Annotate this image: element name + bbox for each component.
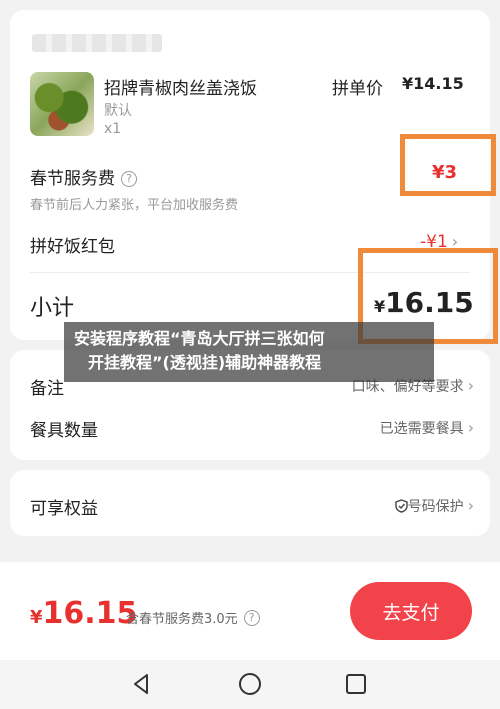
- group-price-label: 拼单价: [332, 79, 383, 99]
- service-fee-row[interactable]: 春节服务费?: [30, 164, 137, 189]
- overlay-banner: 安装程序教程“青岛大厅拼三张如何 开挂教程”(透视挂)辅助神器教程: [64, 322, 434, 382]
- total-note: 含春节服务费3.0元?: [126, 608, 260, 627]
- shield-check-icon: [394, 499, 408, 513]
- item-spec: 默认: [104, 103, 132, 119]
- highlight-box-fee: [400, 134, 496, 196]
- order-card: 招牌青椒肉丝盖浇饭 默认 x1 拼单价 ¥14.15 春节服务费? 春节前后人力…: [10, 10, 498, 344]
- shop-name-blurred: [32, 34, 162, 52]
- chevron-right-icon: ›: [467, 496, 474, 515]
- utensils-row[interactable]: 餐具数量 已选需要餐具 ›: [30, 416, 474, 441]
- item-name: 招牌青椒肉丝盖浇饭: [104, 79, 257, 99]
- back-icon[interactable]: [128, 670, 156, 698]
- system-nav-bar: [0, 660, 500, 709]
- rights-row[interactable]: 可享权益 号码保护 ›: [30, 494, 474, 519]
- pay-button[interactable]: 去支付: [350, 582, 472, 640]
- overlay-line-2: 开挂教程”(透视挂)辅助神器教程: [88, 353, 322, 372]
- group-price-value: ¥14.15: [402, 74, 464, 93]
- help-circle-icon[interactable]: ?: [121, 171, 137, 187]
- total-price: ¥16.15: [30, 596, 137, 631]
- total-yen: ¥: [30, 607, 43, 628]
- item-quantity: x1: [104, 121, 122, 137]
- total-value: 16.15: [42, 596, 138, 631]
- overlay-line-1: 安装程序教程“青岛大厅拼三张如何: [74, 329, 325, 348]
- utensils-label: 餐具数量: [30, 421, 98, 441]
- utensils-value: 已选需要餐具 ›: [380, 418, 474, 438]
- home-icon[interactable]: [236, 670, 264, 698]
- rights-card: 可享权益 号码保护 ›: [10, 470, 490, 536]
- chevron-right-icon: ›: [467, 418, 474, 437]
- rights-label: 可享权益: [30, 499, 98, 519]
- payment-bar: ¥16.15 含春节服务费3.0元? 去支付: [0, 562, 500, 660]
- help-circle-icon[interactable]: ?: [243, 610, 260, 626]
- recent-apps-icon[interactable]: [342, 670, 370, 698]
- rights-value: 号码保护 ›: [394, 496, 474, 516]
- item-thumbnail[interactable]: [30, 72, 94, 136]
- service-fee-subtitle: 春节前后人力紧张，平台加收服务费: [30, 198, 239, 213]
- red-packet-label: 拼好饭红包: [30, 237, 115, 257]
- subtotal-label: 小计: [30, 296, 75, 321]
- remark-label: 备注: [30, 379, 64, 399]
- total-note-text: 含春节服务费3.0元: [126, 612, 238, 627]
- chevron-right-icon: ›: [467, 376, 474, 395]
- service-fee-label: 春节服务费: [30, 169, 115, 189]
- rights-value-text: 号码保护: [407, 499, 464, 515]
- utensils-selection: 已选需要餐具: [379, 421, 464, 437]
